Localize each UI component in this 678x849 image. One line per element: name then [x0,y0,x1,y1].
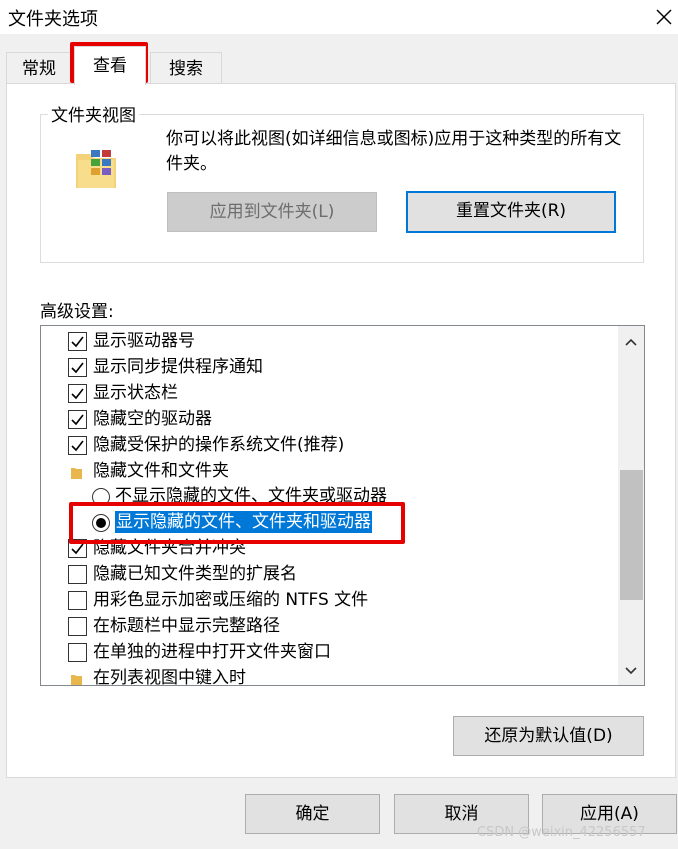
tab-view[interactable]: 查看 [74,46,146,85]
checkbox-unchecked[interactable] [68,591,87,610]
settings-row[interactable]: 在单独的进程中打开文件夹窗口 [41,639,601,665]
checkbox-checked[interactable] [68,435,87,455]
folder-icon [71,464,82,479]
tab-search[interactable]: 搜索 [150,52,222,84]
settings-row-label: 用彩色显示加密或压缩的 NTFS 文件 [93,590,369,610]
settings-row-label: 显示状态栏 [93,382,178,403]
tab-general[interactable]: 常规 [6,52,72,84]
folder-icon [71,671,82,685]
vertical-scrollbar[interactable] [618,326,644,685]
close-icon[interactable] [648,2,678,32]
title-bar: 文件夹选项 [0,0,678,34]
settings-row[interactable]: 隐藏文件和文件夹 [41,458,601,484]
settings-row-label: 在标题栏中显示完整路径 [93,615,280,636]
checkbox-checked[interactable] [68,539,87,559]
advanced-settings-tree[interactable]: 显示驱动器号显示同步提供程序通知 显示状态栏隐藏空的驱动器隐藏受保护的操作系统文件… [40,325,645,686]
settings-row-label: 不显示隐藏的文件、文件夹或驱动器 [115,486,387,507]
settings-row[interactable]: 不显示隐藏的文件、文件夹或驱动器 [41,483,601,509]
checkbox-unchecked[interactable] [68,616,87,636]
settings-row-label: 在单独的进程中打开文件夹窗口 [93,641,331,662]
radio-unselected[interactable] [92,488,110,507]
settings-row-label: 隐藏受保护的操作系统文件(推荐) [93,434,345,455]
apply-to-folders-button[interactable]: 应用到文件夹(L) [167,192,377,232]
reset-folders-button[interactable]: 重置文件夹(R) [406,191,616,233]
checkbox-unchecked[interactable] [68,642,87,662]
settings-row[interactable]: 显示同步提供程序通知 [41,354,601,380]
folder-views-title: 文件夹视图 [48,101,139,126]
watermark: CSDN @weixin_42256557 [477,825,646,840]
settings-row[interactable]: 隐藏已知文件类型的扩展名 [41,561,601,587]
settings-row-label: 在列表视图中键入时 [93,667,246,686]
ok-button[interactable]: 确定 [245,794,380,834]
checkbox-checked[interactable] [68,332,87,351]
settings-row-label: 显示同步提供程序通知 [93,356,263,377]
checkbox-checked[interactable] [68,409,87,429]
folder-views-description: 你可以将此视图(如详细信息或图标)应用于这种类型的所有文件夹。 [166,129,622,174]
scrollbar-thumb[interactable] [620,470,643,600]
settings-row-label: 隐藏空的驱动器 [93,408,212,429]
settings-row[interactable]: 在标题栏中显示完整路径 [41,613,601,639]
settings-row[interactable]: 隐藏文件夹合并冲突 [41,535,601,561]
settings-row-label: 隐藏文件夹合并冲突 [93,538,246,559]
radio-selected[interactable] [92,514,110,533]
settings-row[interactable]: 显示驱动器号 [41,328,601,354]
radio-dot [96,518,106,529]
checkbox-checked[interactable] [68,383,87,403]
settings-row-label: 显示隐藏的文件、文件夹和驱动器 [115,511,372,534]
scroll-up-icon[interactable] [624,334,638,348]
settings-row-label: 隐藏已知文件类型的扩展名 [93,564,297,585]
advanced-settings-label: 高级设置: [40,302,114,322]
settings-row[interactable]: 隐藏受保护的操作系统文件(推荐) [41,432,601,458]
settings-row[interactable]: 用彩色显示加密或压缩的 NTFS 文件 [41,587,601,613]
settings-row-label: 隐藏文件和文件夹 [93,460,229,481]
settings-row[interactable]: 隐藏空的驱动器 [41,406,601,432]
settings-row[interactable]: 显示状态栏 [41,380,601,406]
folder-view-icon [74,146,120,192]
scroll-down-icon[interactable] [624,663,638,677]
settings-row[interactable]: 显示隐藏的文件、文件夹和驱动器 [41,509,601,535]
checkbox-unchecked[interactable] [68,565,87,585]
checkbox-checked[interactable] [68,357,87,377]
window-title: 文件夹选项 [8,9,98,30]
settings-row-label: 显示驱动器号 [93,331,195,351]
restore-defaults-button[interactable]: 还原为默认值(D) [453,716,644,756]
settings-row[interactable]: 在列表视图中键入时 [41,665,601,686]
